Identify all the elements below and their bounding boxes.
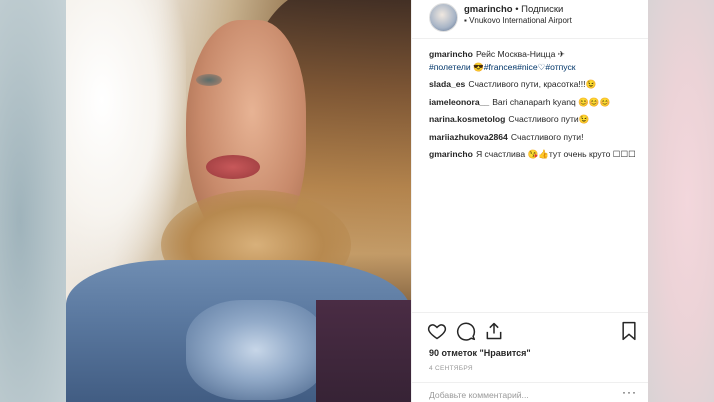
- caption-username[interactable]: gmarincho: [429, 49, 473, 59]
- comment-item: gmarincho Я счастлива 😘👍тут очень круто ☐…: [429, 148, 641, 161]
- more-options-icon[interactable]: ···: [622, 385, 637, 399]
- comment-username[interactable]: iameleonora__: [429, 97, 489, 107]
- post-header: gmarincho • Подписки ▪ Vnukovo Internati…: [412, 0, 648, 39]
- photo-eye: [196, 74, 222, 86]
- header-user-line: gmarincho • Подписки: [464, 4, 564, 15]
- background-blur-right: [648, 0, 714, 402]
- header-username[interactable]: gmarincho: [464, 4, 513, 15]
- comment-item: mariiazhukova2864 Счастливого пути!: [429, 131, 641, 144]
- comment-username[interactable]: slada_es: [429, 79, 465, 89]
- comment-icon[interactable]: [456, 321, 476, 341]
- photo-shirt: [316, 300, 411, 402]
- add-comment-bar: ···: [412, 382, 648, 402]
- photo-jacket-highlight: [186, 300, 326, 400]
- background-blur-left: [0, 0, 66, 402]
- share-icon[interactable]: [484, 321, 504, 341]
- comment-text: Счастливого пути😉: [508, 114, 590, 124]
- post-actions: 90 отметок "Нравится" 4 СЕНТЯБРЯ: [412, 312, 648, 383]
- instagram-post: gmarincho • Подписки ▪ Vnukovo Internati…: [66, 0, 648, 402]
- caption-tags[interactable]: #полетели 😎#franceя#nice♡#отпуск: [429, 62, 576, 72]
- post-photo[interactable]: [66, 0, 411, 402]
- comment-username[interactable]: mariiazhukova2864: [429, 132, 508, 142]
- photo-lips: [206, 155, 260, 179]
- comment-item: narina.kosmetolog Счастливого пути😉: [429, 113, 641, 126]
- comments-list: gmarincho Рейс Москва-Ницца ✈ #полетели 😎…: [429, 48, 641, 166]
- bookmark-icon[interactable]: [619, 321, 639, 341]
- comment-text: Счастливого пути!: [510, 131, 584, 142]
- comment-text: Счастливого пути, красотка!!!😉: [468, 79, 597, 89]
- comment-username[interactable]: gmarincho: [429, 149, 473, 159]
- post-side-panel: gmarincho • Подписки ▪ Vnukovo Internati…: [411, 0, 648, 402]
- avatar[interactable]: [429, 3, 458, 32]
- add-comment-input[interactable]: [429, 388, 619, 402]
- comment-username[interactable]: narina.kosmetolog: [429, 114, 505, 124]
- location-line[interactable]: ▪ Vnukovo International Airport: [464, 16, 572, 25]
- comment-text: Я счастлива 😘👍тут очень круто ☐☐☐: [475, 149, 636, 159]
- post-date: 4 СЕНТЯБРЯ: [429, 365, 473, 372]
- location-text[interactable]: Vnukovo International Airport: [469, 16, 572, 25]
- comment-item: slada_es Счастливого пути, красотка!!!😉: [429, 78, 641, 91]
- caption-text: Рейс Москва-Ницца ✈: [475, 49, 565, 59]
- comment-text: Bari chanaparh kyanq 😊😊😊: [492, 96, 611, 107]
- heart-icon[interactable]: [427, 321, 447, 341]
- follow-link[interactable]: Подписки: [521, 4, 563, 15]
- likes-count[interactable]: 90 отметок "Нравится": [429, 348, 531, 358]
- caption: gmarincho Рейс Москва-Ницца ✈ #полетели 😎…: [429, 48, 641, 73]
- comment-item: iameleonora__ Bari chanaparh kyanq 😊😊😊: [429, 96, 641, 109]
